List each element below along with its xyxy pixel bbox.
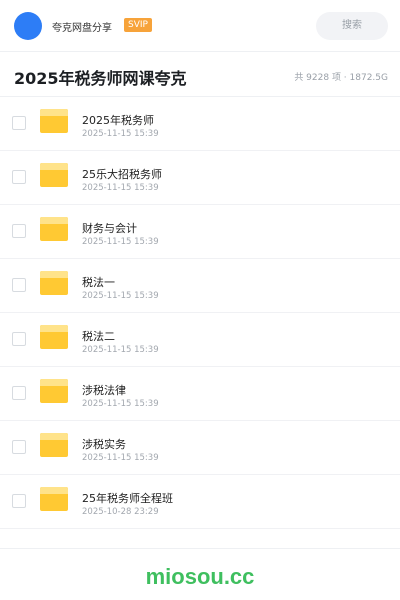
avatar[interactable] (14, 12, 42, 40)
file-name: 税法一 (82, 276, 115, 289)
file-date: 2025-11-15 15:39 (82, 345, 159, 355)
svip-badge: SVIP (124, 18, 152, 32)
site-brand: miosou.cc (145, 564, 255, 589)
file-date: 2025-10-28 23:29 (82, 507, 159, 517)
select-checkbox[interactable] (12, 278, 26, 292)
select-checkbox[interactable] (12, 332, 26, 346)
file-list: 2025年税务师 2025-11-15 15:39 25乐大招税务师 2025-… (0, 97, 400, 529)
footer-bar: miosou.cc (0, 548, 400, 600)
file-name: 25乐大招税务师 (82, 168, 162, 181)
file-date: 2025-11-15 15:39 (82, 129, 159, 139)
file-date: 2025-11-15 15:39 (82, 237, 159, 247)
list-item[interactable]: 涉税法律 2025-11-15 15:39 (0, 367, 400, 421)
file-name: 税法二 (82, 330, 115, 343)
search-input[interactable]: 搜索 (316, 12, 388, 40)
list-item[interactable]: 税法二 2025-11-15 15:39 (0, 313, 400, 367)
file-date: 2025-11-15 15:39 (82, 453, 159, 463)
share-header: 2025年税务师网课夸克 共 9228 项 · 1872.5G (0, 53, 400, 97)
folder-icon (40, 433, 68, 457)
select-checkbox[interactable] (12, 494, 26, 508)
list-item[interactable]: 税法一 2025-11-15 15:39 (0, 259, 400, 313)
folder-icon (40, 163, 68, 187)
folder-icon (40, 487, 68, 511)
file-name: 财务与会计 (82, 222, 137, 235)
folder-icon (40, 271, 68, 295)
select-checkbox[interactable] (12, 386, 26, 400)
file-name: 25年税务师全程班 (82, 492, 173, 505)
file-date: 2025-11-15 15:39 (82, 183, 159, 193)
page-title: 2025年税务师网课夸克 (14, 69, 187, 88)
list-item[interactable]: 涉税实务 2025-11-15 15:39 (0, 421, 400, 475)
select-checkbox[interactable] (12, 224, 26, 238)
folder-icon (40, 217, 68, 241)
select-checkbox[interactable] (12, 116, 26, 130)
list-item[interactable]: 财务与会计 2025-11-15 15:39 (0, 205, 400, 259)
share-summary: 共 9228 项 · 1872.5G (294, 73, 388, 83)
sharer-name: 夸克网盘分享 (52, 23, 112, 34)
list-item[interactable]: 2025年税务师 2025-11-15 15:39 (0, 97, 400, 151)
file-name: 涉税法律 (82, 384, 126, 397)
folder-icon (40, 325, 68, 349)
folder-icon (40, 109, 68, 133)
file-date: 2025-11-15 15:39 (82, 291, 159, 301)
file-date: 2025-11-15 15:39 (82, 399, 159, 409)
select-checkbox[interactable] (12, 170, 26, 184)
list-item[interactable]: 25乐大招税务师 2025-11-15 15:39 (0, 151, 400, 205)
list-item[interactable]: 25年税务师全程班 2025-10-28 23:29 (0, 475, 400, 529)
select-checkbox[interactable] (12, 440, 26, 454)
top-bar: 夸克网盘分享 SVIP 搜索 (0, 0, 400, 52)
file-name: 2025年税务师 (82, 114, 154, 127)
folder-icon (40, 379, 68, 403)
file-name: 涉税实务 (82, 438, 126, 451)
